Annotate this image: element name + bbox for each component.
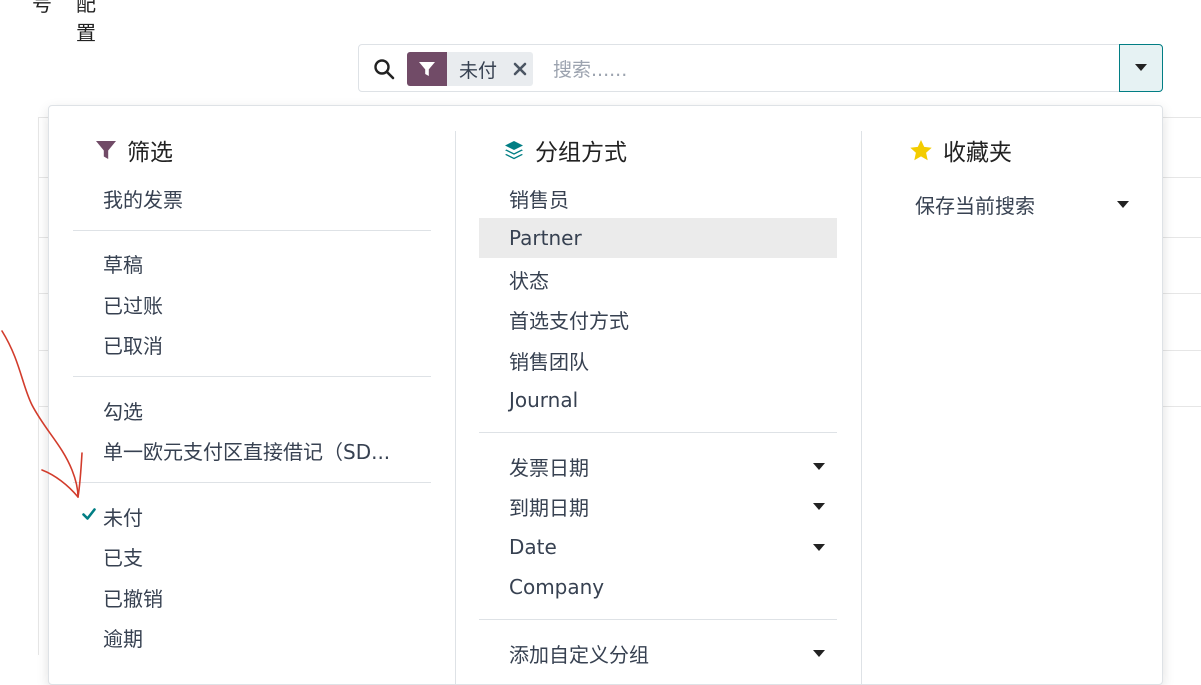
filter-facet: 未付 [407,52,534,86]
groupby-company[interactable]: Company [479,567,837,607]
filter-icon [407,52,447,86]
save-current-search[interactable]: 保存当前搜索 [915,184,1143,224]
close-icon[interactable] [507,52,533,86]
search-dropdown-panel: 筛选 我的发票 草稿 已过账 已取消 勾选 单一欧元支付区直接借记（SD... … [48,105,1163,685]
divider [73,230,431,231]
groupby-status[interactable]: 状态 [479,259,837,299]
filter-overdue[interactable]: 逾期 [73,617,431,657]
caret-down-icon [1135,64,1147,71]
groupby-title: 分组方式 [535,140,627,166]
column-separator [861,131,862,684]
favorites-header: 收藏夹 [909,136,1012,166]
groupby-date[interactable]: Date [479,527,837,567]
caret-down-icon [1117,201,1129,208]
groupby-salesperson[interactable]: 销售员 [479,178,837,218]
groupby-column: 分组方式 销售员 Partner 状态 首选支付方式 销售团队 Journal … [479,106,837,684]
filter-draft[interactable]: 草稿 [73,243,431,283]
filters-title: 筛选 [127,140,173,166]
filters-column: 筛选 我的发票 草稿 已过账 已取消 勾选 单一欧元支付区直接借记（SD... … [73,106,431,684]
filter-paid[interactable]: 已支 [73,536,431,576]
filters-header: 筛选 [95,136,173,166]
filter-checked[interactable]: 勾选 [73,390,431,430]
facet-label: 未付 [459,59,498,82]
layers-icon [505,141,523,160]
caret-down-icon [813,544,825,551]
filter-sepa-direct-debit[interactable]: 单一欧元支付区直接借记（SD... [73,430,431,470]
groupby-sales-team[interactable]: 销售团队 [479,340,837,380]
caret-down-icon [813,463,825,470]
groupby-invoice-date[interactable]: 发票日期 [479,446,837,486]
groupby-journal[interactable]: Journal [479,380,837,420]
search-input[interactable] [551,53,1095,87]
groupby-payment-method[interactable]: 首选支付方式 [479,299,837,339]
filter-unpaid[interactable]: 未付 [73,496,431,536]
divider [479,619,837,620]
divider [73,376,431,377]
nav-config[interactable]: 配置 [76,0,96,46]
divider [479,432,837,433]
divider [73,482,431,483]
filter-icon [96,141,116,159]
star-icon [910,139,932,160]
search-panel-toggle-button[interactable] [1119,44,1163,92]
filter-my-invoices[interactable]: 我的发票 [73,178,431,218]
search-bar: 未付 [358,44,1120,92]
favorites-title: 收藏夹 [943,140,1012,166]
annotation-arrow [1,330,83,498]
groupby-partner[interactable]: Partner [479,218,837,258]
filter-posted[interactable]: 已过账 [73,284,431,324]
column-separator [455,131,456,684]
caret-down-icon [813,650,825,657]
groupby-due-date[interactable]: 到期日期 [479,486,837,526]
groupby-add-custom[interactable]: 添加自定义分组 [479,633,837,673]
search-icon[interactable] [373,58,395,80]
nav-fragment[interactable]: 号 [32,0,52,17]
caret-down-icon [813,503,825,510]
favorites-column: 收藏夹 保存当前搜索 [885,106,1143,684]
filter-reversed[interactable]: 已撤销 [73,577,431,617]
filter-cancelled[interactable]: 已取消 [73,324,431,364]
groupby-header: 分组方式 [503,136,627,166]
